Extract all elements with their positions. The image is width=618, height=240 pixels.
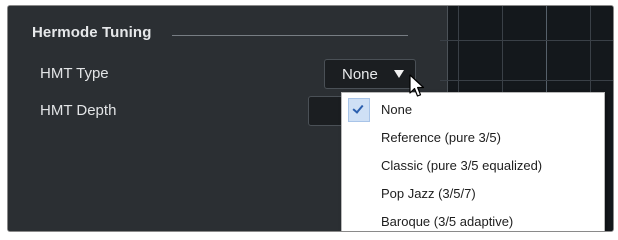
- hmt-type-select[interactable]: None: [324, 59, 416, 89]
- menu-item-pop-jazz[interactable]: Pop Jazz (3/5/7): [342, 179, 604, 207]
- grid-line: [440, 40, 613, 41]
- hmt-type-dropdown-menu: None Reference (pure 3/5) Classic (pure …: [341, 92, 605, 231]
- triangle-down-icon[interactable]: [394, 70, 404, 78]
- checkmark-icon: [352, 102, 364, 114]
- menu-item-label: None: [381, 101, 413, 117]
- menu-item-label: Reference (pure 3/5): [381, 129, 501, 145]
- menu-item-reference[interactable]: Reference (pure 3/5): [342, 123, 604, 151]
- selected-indicator: [348, 98, 370, 122]
- menu-item-none[interactable]: None: [342, 95, 604, 123]
- section-title: Hermode Tuning: [32, 24, 152, 41]
- menu-item-baroque[interactable]: Baroque (3/5 adaptive): [342, 207, 604, 231]
- grid-line: [440, 80, 613, 81]
- section-divider: [172, 35, 408, 36]
- menu-item-label: Classic (pure 3/5 equalized): [381, 157, 543, 173]
- hmt-depth-label: HMT Depth: [40, 102, 117, 119]
- menu-item-label: Baroque (3/5 adaptive): [381, 213, 514, 229]
- mouse-pointer-icon: [409, 74, 425, 97]
- menu-item-label: Pop Jazz (3/5/7): [381, 185, 476, 201]
- hmt-type-value: None: [342, 65, 378, 83]
- menu-item-classic[interactable]: Classic (pure 3/5 equalized): [342, 151, 604, 179]
- hmt-type-label: HMT Type: [40, 65, 109, 82]
- window-frame: Hermode Tuning HMT Type None HMT Depth N…: [7, 5, 614, 232]
